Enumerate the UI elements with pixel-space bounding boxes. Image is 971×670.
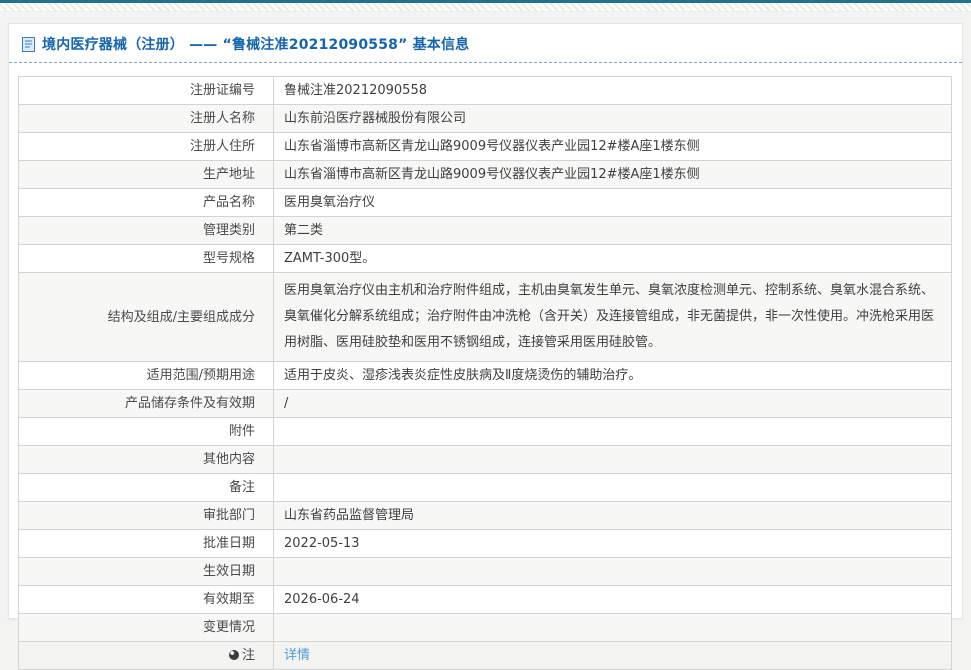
row-label: 备注 [18,473,274,502]
table-row: 有效期至 2026-06-24 [18,585,952,614]
row-value: 鲁械注准20212090558 [273,76,952,105]
row-label: 其他内容 [18,445,274,474]
row-value: ZAMT-300型。 [273,244,952,273]
row-label: 有效期至 [18,585,274,614]
row-label: 注 [18,641,274,670]
row-label-text: 批准日期 [202,536,255,551]
row-value: 医用臭氧治疗仪 [273,188,952,217]
table-row: 注册人住所 山东省淄博市高新区青龙山路9009号仪器仪表产业园12#楼A座1楼东侧 [18,132,952,161]
row-label: 变更情况 [18,613,274,642]
row-label-text: 产品名称 [202,195,255,210]
table-row: 产品储存条件及有效期 / [18,389,952,418]
table-row: 结构及组成/主要组成成分 医用臭氧治疗仪由主机和治疗附件组成，主机由臭氧发生单元、… [18,272,952,362]
table-row: 备注 [18,473,952,502]
row-value: 山东省淄博市高新区青龙山路9009号仪器仪表产业园12#楼A座1楼东侧 [273,160,952,189]
row-label-text: 变更情况 [202,620,255,635]
row-label-text: 适用范围/预期用途 [146,368,255,383]
row-label: 产品名称 [18,188,274,217]
row-label: 批准日期 [18,529,274,558]
row-label-text: 有效期至 [202,592,255,607]
row-label-text: 管理类别 [202,223,255,238]
details-link[interactable]: 详情 [284,648,310,663]
row-label: 生效日期 [18,557,274,586]
table-row: 适用范围/预期用途 适用于皮炎、湿疹浅表炎症性皮肤病及Ⅱ度烧烫伤的辅助治疗。 [18,361,952,390]
row-value [273,557,952,586]
row-value [273,417,952,446]
info-table-body: 注册证编号 鲁械注准20212090558 注册人名称 山东前沿医疗器械股份有限公司注… [18,76,952,670]
row-label-text: 注册证编号 [189,83,255,98]
row-label: 适用范围/预期用途 [18,361,274,390]
row-label: 注册人住所 [18,132,274,161]
row-label: 审批部门 [18,501,274,530]
row-label-text: 型号规格 [202,251,255,266]
table-row: 生效日期 [18,557,952,586]
row-label: 注册人名称 [18,104,274,133]
row-label-text: 附件 [228,424,255,439]
row-value: 2022-05-13 [273,529,952,558]
row-label-text: 备注 [228,480,255,495]
row-label: 管理类别 [18,216,274,245]
row-label-text: 生效日期 [202,564,255,579]
row-label: 结构及组成/主要组成成分 [18,272,274,362]
row-value: 山东省药品监督管理局 [273,501,952,530]
table-row: 变更情况 [18,613,952,642]
row-label: 型号规格 [18,244,274,273]
row-value: 山东前沿医疗器械股份有限公司 [273,104,952,133]
row-value: 第二类 [273,216,952,245]
row-label: 注册证编号 [18,76,274,105]
row-value [273,613,952,642]
info-table: 注册证编号 鲁械注准20212090558 注册人名称 山东前沿医疗器械股份有限公司注… [18,76,952,670]
content-panel: 境内医疗器械（注册） —— “鲁械注准20212090558” 基本信息 注册证… [8,23,963,670]
row-value: 医用臭氧治疗仪由主机和治疗附件组成，主机由臭氧发生单元、臭氧浓度检测单元、控制系… [273,272,952,362]
table-row: 批准日期 2022-05-13 [18,529,952,558]
row-label-text: 产品储存条件及有效期 [124,396,255,411]
table-row: 注册证编号 鲁械注准20212090558 [18,76,952,105]
page-header: 境内医疗器械（注册） —— “鲁械注准20212090558” 基本信息 [9,24,962,63]
row-label: 产品储存条件及有效期 [18,389,274,418]
table-row: 其他内容 [18,445,952,474]
note-icon [228,650,239,660]
document-icon [22,36,35,52]
table-row: 管理类别 第二类 [18,216,952,245]
table-row: 注 详情 [18,641,952,670]
row-value: 山东省淄博市高新区青龙山路9009号仪器仪表产业园12#楼A座1楼东侧 [273,132,952,161]
row-value [273,473,952,502]
row-label-text: 注 [241,648,255,663]
row-label-text: 审批部门 [202,508,255,523]
row-label-text: 其他内容 [202,452,255,467]
table-row: 审批部门 山东省药品监督管理局 [18,501,952,530]
table-row: 附件 [18,417,952,446]
page-title: 境内医疗器械（注册） —— “鲁械注准20212090558” 基本信息 [42,37,470,53]
table-row: 产品名称 医用臭氧治疗仪 [18,188,952,217]
table-row: 生产地址 山东省淄博市高新区青龙山路9009号仪器仪表产业园12#楼A座1楼东侧 [18,160,952,189]
row-label-text: 生产地址 [202,167,255,182]
decorative-hatch-strip [0,3,971,12]
table-row: 型号规格 ZAMT-300型。 [18,244,952,273]
row-label-text: 注册人住所 [189,139,255,154]
row-label-text: 注册人名称 [189,111,255,126]
row-label: 附件 [18,417,274,446]
row-value [273,445,952,474]
row-value: 2026-06-24 [273,585,952,614]
table-row: 注册人名称 山东前沿医疗器械股份有限公司 [18,104,952,133]
row-value: 详情 [273,641,952,670]
row-label: 生产地址 [18,160,274,189]
row-label-text: 结构及组成/主要组成成分 [107,309,255,325]
row-value: 适用于皮炎、湿疹浅表炎症性皮肤病及Ⅱ度烧烫伤的辅助治疗。 [273,361,952,390]
row-value: / [273,389,952,418]
